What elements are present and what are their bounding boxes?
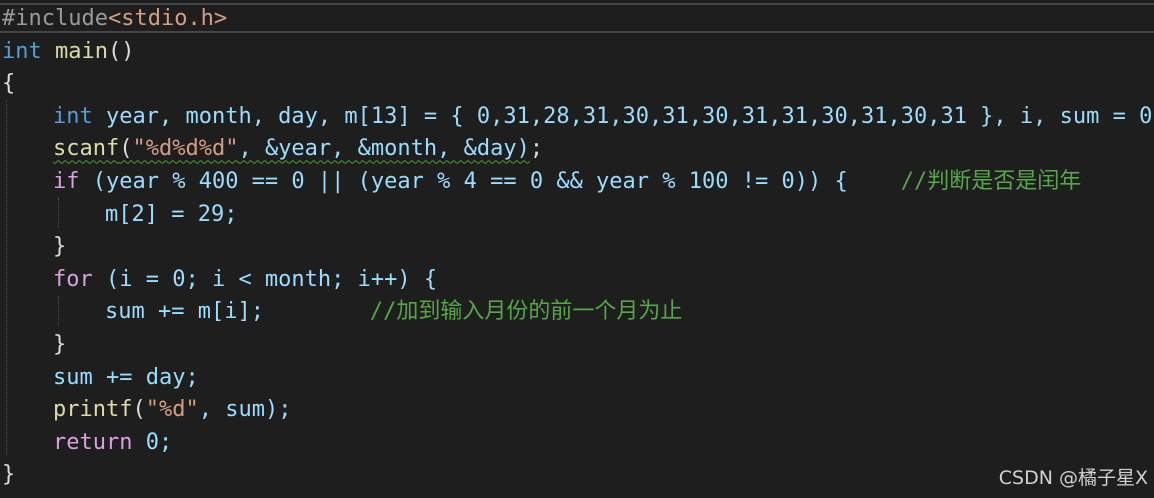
code-token: int	[2, 38, 42, 64]
code-token: <stdio.h>	[107, 6, 228, 31]
code-line-1[interactable]: #include<stdio.h>	[2, 3, 1154, 36]
code-token: scanf	[53, 136, 120, 162]
code-token: for	[53, 266, 93, 292]
code-area[interactable]: #include<stdio.h> int main(){int year, mo…	[2, 3, 1154, 492]
code-token: //判断是否是闰年	[900, 168, 1082, 194]
code-line-13[interactable]: printf("%d", sum);	[2, 394, 1154, 427]
code-line-5[interactable]: scanf("%d%d%d", &year, &month, &day);	[2, 133, 1154, 166]
code-token: {	[2, 71, 16, 97]
code-token: sum += day;	[53, 364, 199, 390]
code-token: if	[53, 168, 80, 194]
code-line-10[interactable]: sum += m[i]; //加到输入月份的前一个月为止	[2, 296, 1154, 329]
code-token: year, month, day, m[13] = { 0,31,28,31,3…	[92, 103, 1154, 129]
code-token: (i = 0; i < month; i++) {	[92, 266, 438, 292]
code-token: }	[53, 331, 67, 357]
code-token: ;	[529, 136, 544, 162]
code-token: return	[53, 429, 133, 455]
code-token: 0;	[132, 429, 173, 455]
code-line-7[interactable]: m[2] = 29;	[2, 199, 1154, 232]
watermark: CSDN @橘子星X	[998, 467, 1148, 489]
code-token: //加到输入月份的前一个月为止	[369, 299, 683, 325]
code-line-6[interactable]: if (year % 400 == 0 || (year % 4 == 0 &&…	[2, 166, 1154, 199]
code-token: }	[53, 234, 67, 260]
code-line-12[interactable]: sum += day;	[2, 362, 1154, 395]
code-token: (	[132, 397, 146, 423]
code-token: "%d"	[145, 397, 199, 423]
code-token: int	[53, 103, 93, 129]
code-token: (	[119, 136, 133, 162]
code-token: }	[2, 462, 16, 488]
code-token: #include	[2, 6, 108, 31]
code-line-2[interactable]: int main()	[2, 36, 1154, 69]
code-line-4[interactable]: int year, month, day, m[13] = { 0,31,28,…	[2, 101, 1154, 134]
code-token: ()	[107, 38, 135, 64]
code-token: , sum);	[198, 397, 292, 423]
code-token: "%d%d%d"	[132, 136, 239, 162]
code-line-15[interactable]: }	[2, 459, 1154, 492]
code-token: printf	[53, 397, 133, 423]
code-line-8[interactable]: }	[2, 231, 1154, 264]
code-token: main	[55, 38, 108, 64]
code-line-3[interactable]: {	[2, 68, 1154, 101]
code-line-9[interactable]: for (i = 0; i < month; i++) {	[2, 264, 1154, 297]
code-editor[interactable]: #include<stdio.h> int main(){int year, mo…	[0, 0, 1154, 498]
code-token: (year % 400 == 0 || (year % 4 == 0 && ye…	[79, 168, 901, 194]
code-token: m[2] = 29;	[105, 201, 238, 227]
code-line-11[interactable]: }	[2, 329, 1154, 362]
code-token: sum += m[i];	[105, 299, 370, 325]
code-line-14[interactable]: return 0;	[2, 427, 1154, 460]
code-token: , &year, &month, &day)	[238, 136, 530, 162]
